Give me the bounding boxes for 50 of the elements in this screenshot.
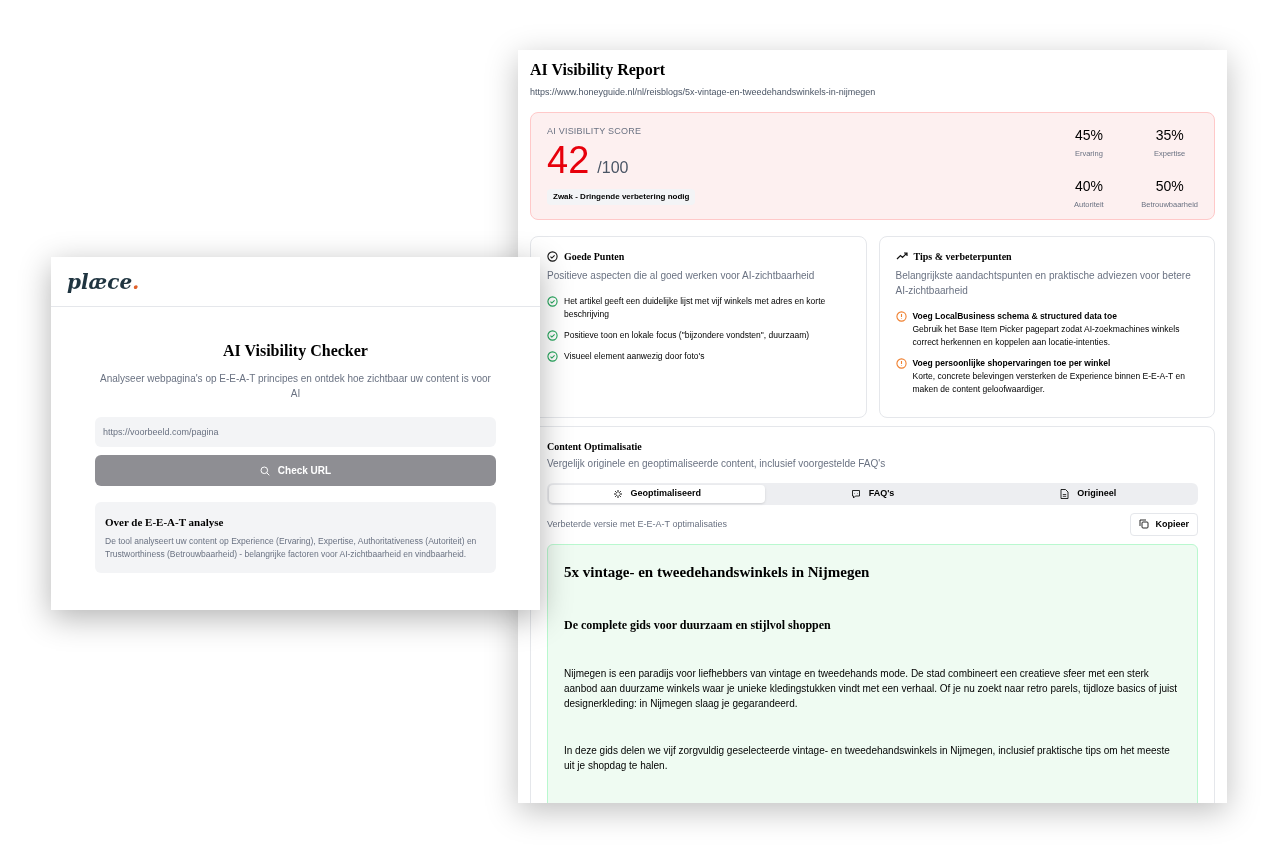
metric-value: 35% <box>1155 125 1184 145</box>
page-url: https://www.honeyguide.nl/nl/reisblogs/5x-vintage-en-tweedehandswinkels-in-nijmegen <box>530 86 877 99</box>
caption: Verbeterde versie met E-E-A-T optimalisaties <box>547 517 727 531</box>
message-icon <box>850 488 861 499</box>
article-paragraph: In deze gids delen we vijf zorgvuldig geselecteerde vintage- en tweedehandswinkels in Nijmegen, inclusief praktische tips om het meeste uit je shopdag te halen. <box>564 743 1171 773</box>
score-value: 42 <box>547 138 590 182</box>
report-title: AI Visibility Report <box>530 60 667 81</box>
card-subtitle: Belangrijkste aandachtspunten en praktische adviezen voor betere AI-zichtbaarheid <box>895 268 1192 298</box>
card-title: Goede Punten <box>564 249 625 264</box>
tip-title: Voeg persoonlijke shopervaringen toe per winkel <box>912 356 1112 370</box>
metric-value: 50% <box>1155 176 1184 196</box>
point-text: Het artikel geeft een duidelijke lijst met vijf winkels met adres en korte beschrijving <box>564 294 827 321</box>
file-icon <box>1060 488 1070 499</box>
check-circle-icon <box>547 295 558 307</box>
checker-subtitle: Analyseer webpagina's op E-E-A-T principes en ontdek hoe zichtbaar uw content is voor AI <box>99 372 492 401</box>
article-paragraph: Nijmegen is een paradijs voor liefhebbers van vintage en tweedehands mode. De stad combineert een creatieve sfeer met een sterk aanbod aan duurzame winkels waar je unieke kledingstukken vindt met een verhaal. Of je nu zoekt naar retro parels, tijdloze basics of juist designerkleding: in Nijmegen slaag je gegarandeerd. <box>564 666 1179 711</box>
check-circle-icon <box>547 250 558 262</box>
about-text: De tool analyseert uw content op Experience (Ervaring), Expertise, Authoritativeness (Autoriteit) en Trustworthiness (Betrouwbaarheid) - belangrijke factoren voor AI-zichtbaarheid en vindbaarheid. <box>105 534 478 561</box>
point-text: Positieve toon en lokale focus ("bijzondere vondsten", duurzaam) <box>564 328 810 342</box>
card-title: Content Optimalisatie <box>547 439 643 454</box>
tip-text: Gebruik het Base Item Picker pagepart zodat AI-zoekmachines winkels correct herkennen en koppelen aan locatie-intenties. <box>912 322 1181 349</box>
metric-value: 45% <box>1074 125 1103 145</box>
card-subtitle: Vergelijk originele en geoptimaliseerde content, inclusief voorgestelde FAQ's <box>547 456 887 471</box>
copy-icon <box>1139 519 1150 530</box>
card-title: Tips & verbeterpunten <box>913 249 1012 264</box>
point-text: Visueel element aanwezig door foto's <box>564 349 705 363</box>
copy-button[interactable]: Kopieer <box>1130 512 1198 536</box>
about-title: Over de E-E-A-T analyse <box>105 515 225 530</box>
card-subtitle: Positieve aspecten die al goed werken voor AI-zichtbaarheid <box>547 268 816 283</box>
alert-circle-icon <box>895 310 907 322</box>
check-circle-icon <box>547 350 558 362</box>
article-heading: 5x vintage- en tweedehandswinkels in Nijmegen <box>564 563 871 582</box>
tip-title: Voeg LocalBusiness schema & structured data toe <box>912 309 1118 323</box>
tab[interactable]: Geoptimaliseerd <box>549 484 765 503</box>
score-label: AI VISIBILITY SCORE <box>547 124 643 138</box>
tab[interactable]: Origineel <box>980 484 1196 503</box>
tab[interactable]: FAQ's <box>764 484 981 503</box>
tip-text: Korte, concrete belevingen versterken de Experience binnen E-E-A-T en maken de content geloofwaardiger. <box>912 369 1186 396</box>
article-subheading: De complete gids voor duurzaam en stijlvol shoppen <box>564 616 832 634</box>
checker-title: AI Visibility Checker <box>223 341 368 362</box>
search-icon <box>259 465 270 476</box>
alert-circle-icon <box>895 357 907 369</box>
score-max: /100 <box>597 158 629 178</box>
metric-value: 40% <box>1074 176 1103 196</box>
score-rating: Zwak - Dringende verbetering nodig <box>547 189 696 205</box>
check-circle-icon <box>547 329 558 341</box>
trend-up-icon <box>895 251 908 261</box>
sparkle-icon <box>612 488 623 499</box>
logo: plæce. <box>67 268 140 296</box>
url-input-field[interactable]: https://voorbeeld.com/pagina <box>95 417 496 447</box>
